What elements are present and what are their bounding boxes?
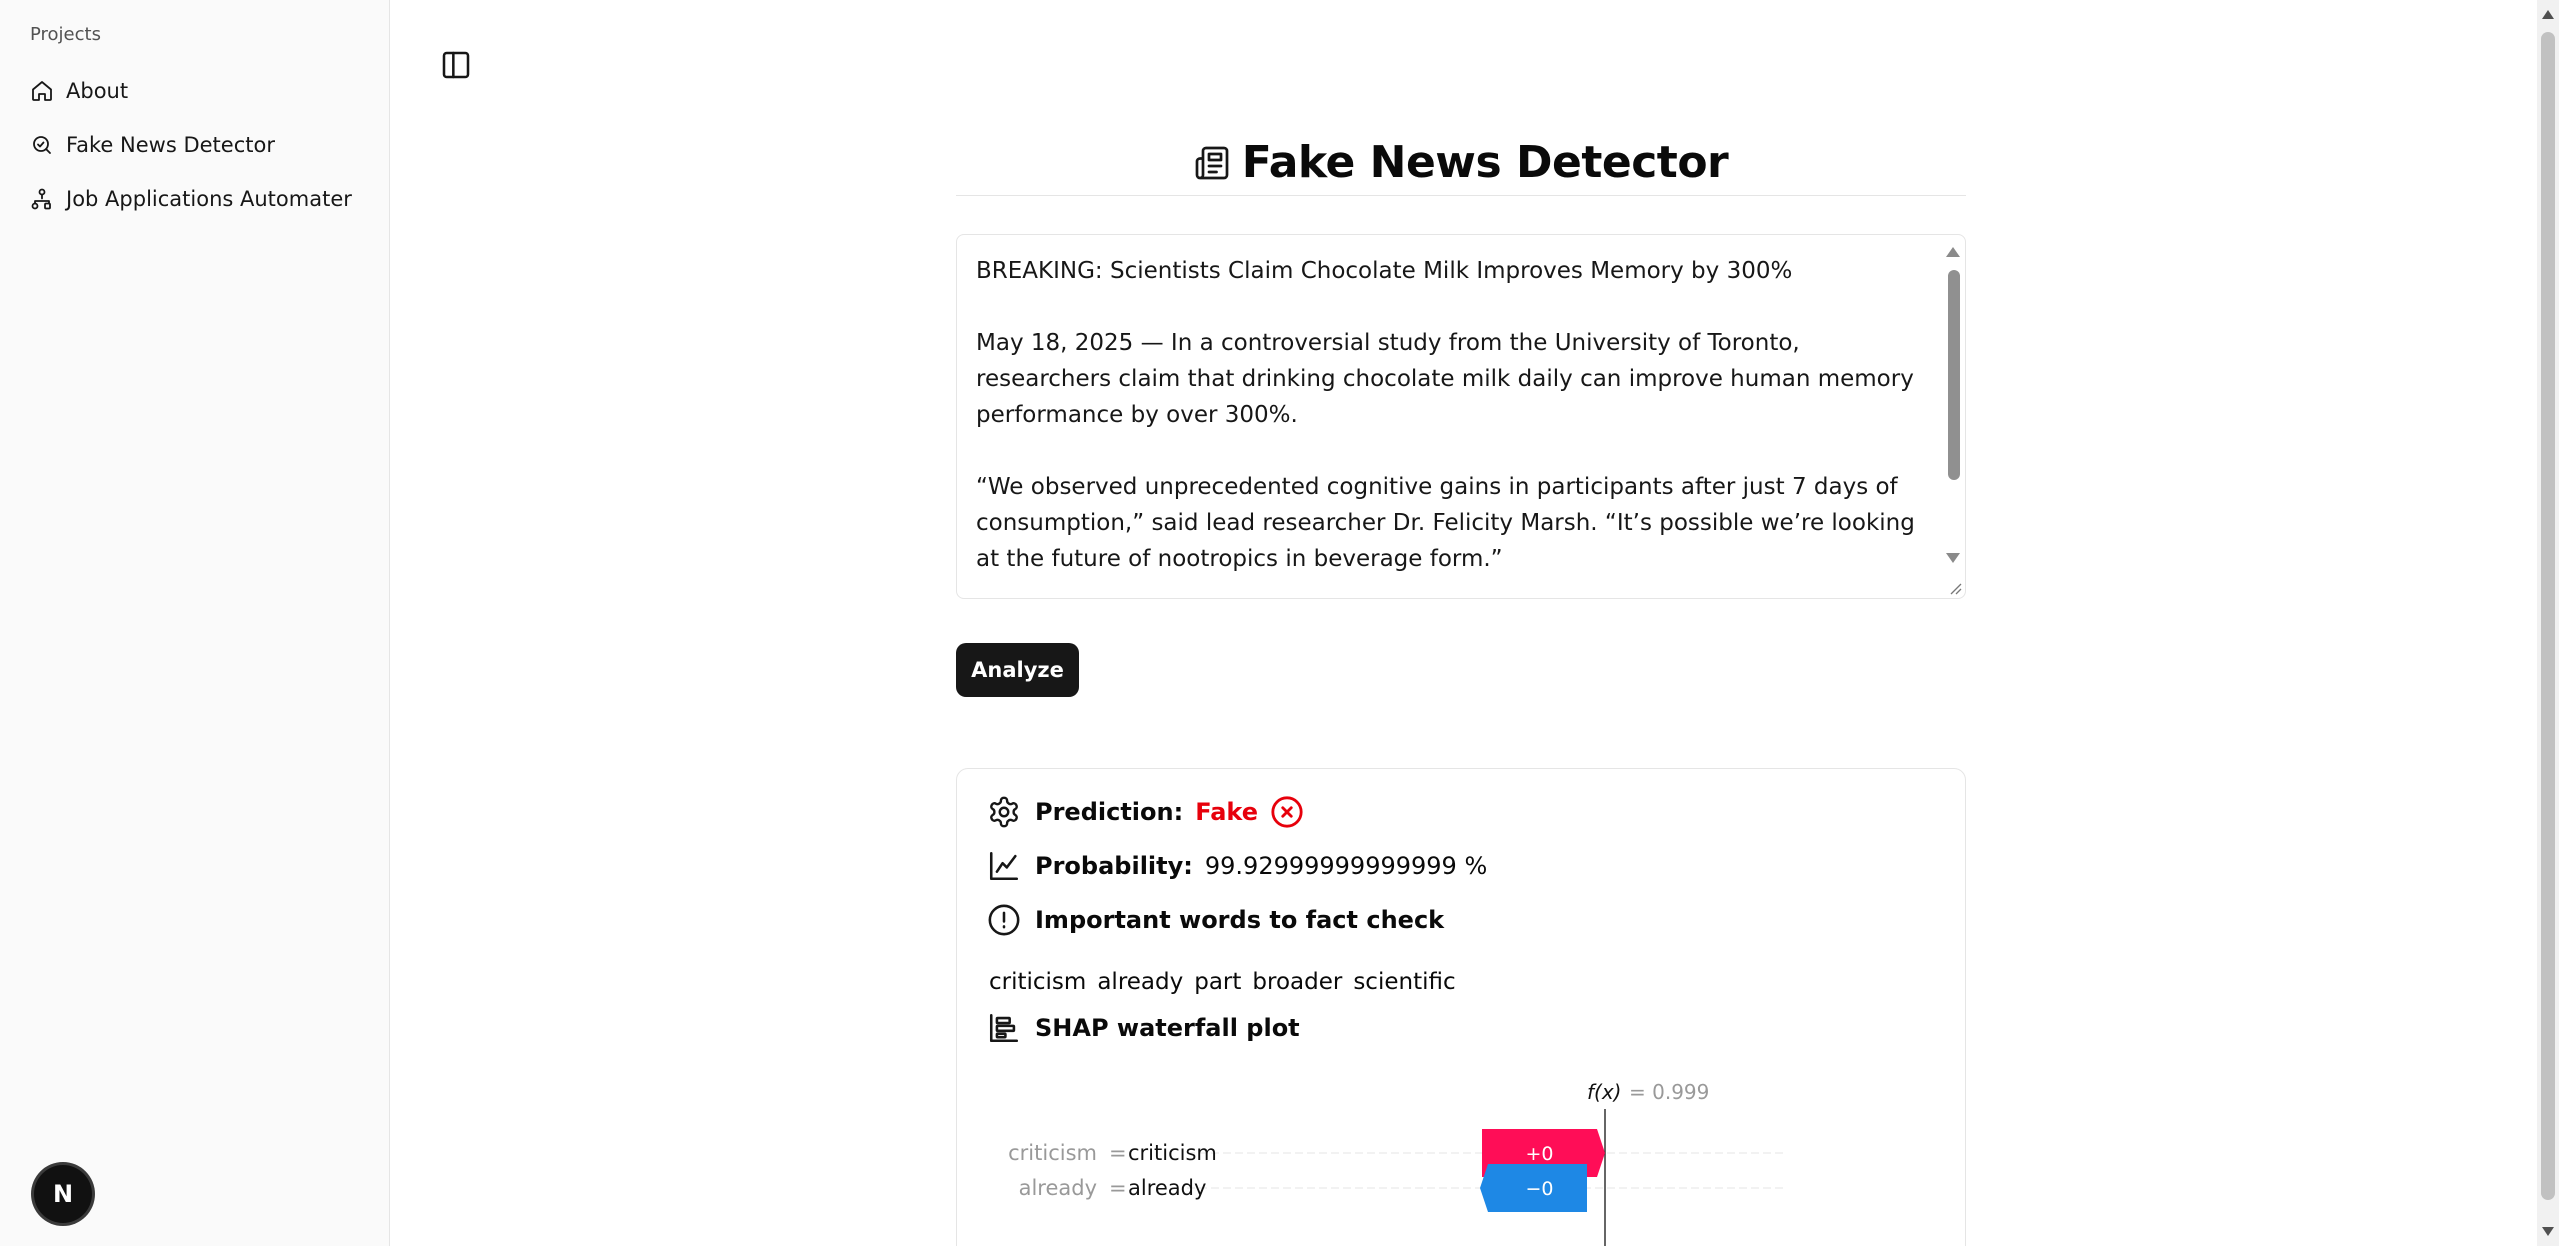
page-title: Fake News Detector [1241,137,1729,188]
important-words-row: Important words to fact check [987,903,1456,937]
scroll-thumb[interactable] [1948,270,1960,480]
word-chip: part [1194,969,1242,995]
important-words-list: criticism already part broader scientifi… [989,969,1467,995]
article-headline: BREAKING: Scientists Claim Chocolate Mil… [976,258,1793,284]
resize-handle-icon[interactable] [1946,579,1962,595]
workflow-icon [31,188,51,210]
sidebar-group-label: Projects [30,24,101,45]
alert-circle-icon [988,904,1020,936]
fx-value: = 0.999 [1629,1080,1709,1104]
result-card: Prediction: Fake Probability: 99.9299999… [956,768,1966,1246]
important-words-heading: Important words to fact check [1035,906,1445,934]
analyze-button[interactable]: Analyze [956,643,1079,697]
page-scrollbar[interactable] [2537,0,2559,1246]
gear-icon [990,796,1018,828]
word-chip: broader [1252,969,1343,995]
word-chip: already [1097,969,1184,995]
shap-feature-name: already [1019,1176,1097,1200]
probability-row: Probability: 99.92999999999999 % [987,849,1487,883]
bar-chart-icon [989,1013,1019,1043]
x-circle-icon [1271,796,1303,828]
shap-bar-label: +0 [1525,1143,1553,1165]
word-chip: criticism [989,969,1087,995]
page-header: Fake News Detector [956,130,1966,196]
sidebar-item-job-applications-automater[interactable]: Job Applications Automater [24,172,364,226]
shap-feature-value: criticism [1128,1141,1217,1165]
article-paragraph: “We observed unprecedented cognitive gai… [976,474,1915,572]
fx-label: f(x) [1587,1080,1621,1104]
shap-feature-value: already [1128,1176,1206,1200]
sidebar: Projects About Fake News Detector Job Ap… [0,0,390,1246]
article-text: BREAKING: Scientists Claim Chocolate Mil… [976,253,1926,577]
sidebar-nav: About Fake News Detector Job Application… [24,64,364,226]
home-icon [32,81,52,101]
avatar[interactable]: N [34,1165,92,1223]
sidebar-item-label: About [66,79,129,103]
sidebar-item-fake-news-detector[interactable]: Fake News Detector [24,118,364,172]
article-textarea[interactable]: BREAKING: Scientists Claim Chocolate Mil… [956,234,1966,599]
scroll-up-arrow-icon[interactable] [1946,247,1960,257]
page-scroll-down-icon[interactable] [2542,1227,2554,1236]
sidebar-item-label: Fake News Detector [66,133,275,157]
word-chip: scientific [1353,969,1456,995]
probability-value: 99.92999999999999 % [1204,852,1488,880]
prediction-value: Fake [1195,798,1258,826]
sidebar-toggle-button[interactable] [437,48,475,82]
textarea-scrollbar[interactable] [1943,235,1965,598]
sidebar-item-label: Job Applications Automater [66,187,352,211]
shap-heading-row: SHAP waterfall plot [987,1011,1312,1045]
prediction-label: Prediction: [1035,798,1184,826]
search-file-icon [33,136,51,154]
shap-heading: SHAP waterfall plot [1035,1014,1300,1042]
shap-waterfall-chart: f(x) = 0.999 criticism = criticism +0alread… [1008,1080,1787,1246]
line-chart-icon [989,851,1019,881]
article-paragraph: May 18, 2025 — In a controversial study … [976,330,1914,428]
scroll-down-arrow-icon[interactable] [1946,553,1960,563]
shap-equals-sign: = [1109,1141,1127,1165]
panel-left-icon [442,51,470,79]
shap-bar-label: −0 [1525,1178,1553,1200]
page-scroll-thumb[interactable] [2541,32,2555,1200]
shap-equals-sign: = [1109,1176,1127,1200]
sidebar-item-about[interactable]: About [24,64,364,118]
newspaper-icon [1195,146,1229,179]
shap-feature-name: criticism [1008,1141,1097,1165]
probability-label: Probability: [1035,852,1193,880]
prediction-row: Prediction: Fake [987,795,1318,829]
page-scroll-up-icon[interactable] [2542,10,2554,19]
